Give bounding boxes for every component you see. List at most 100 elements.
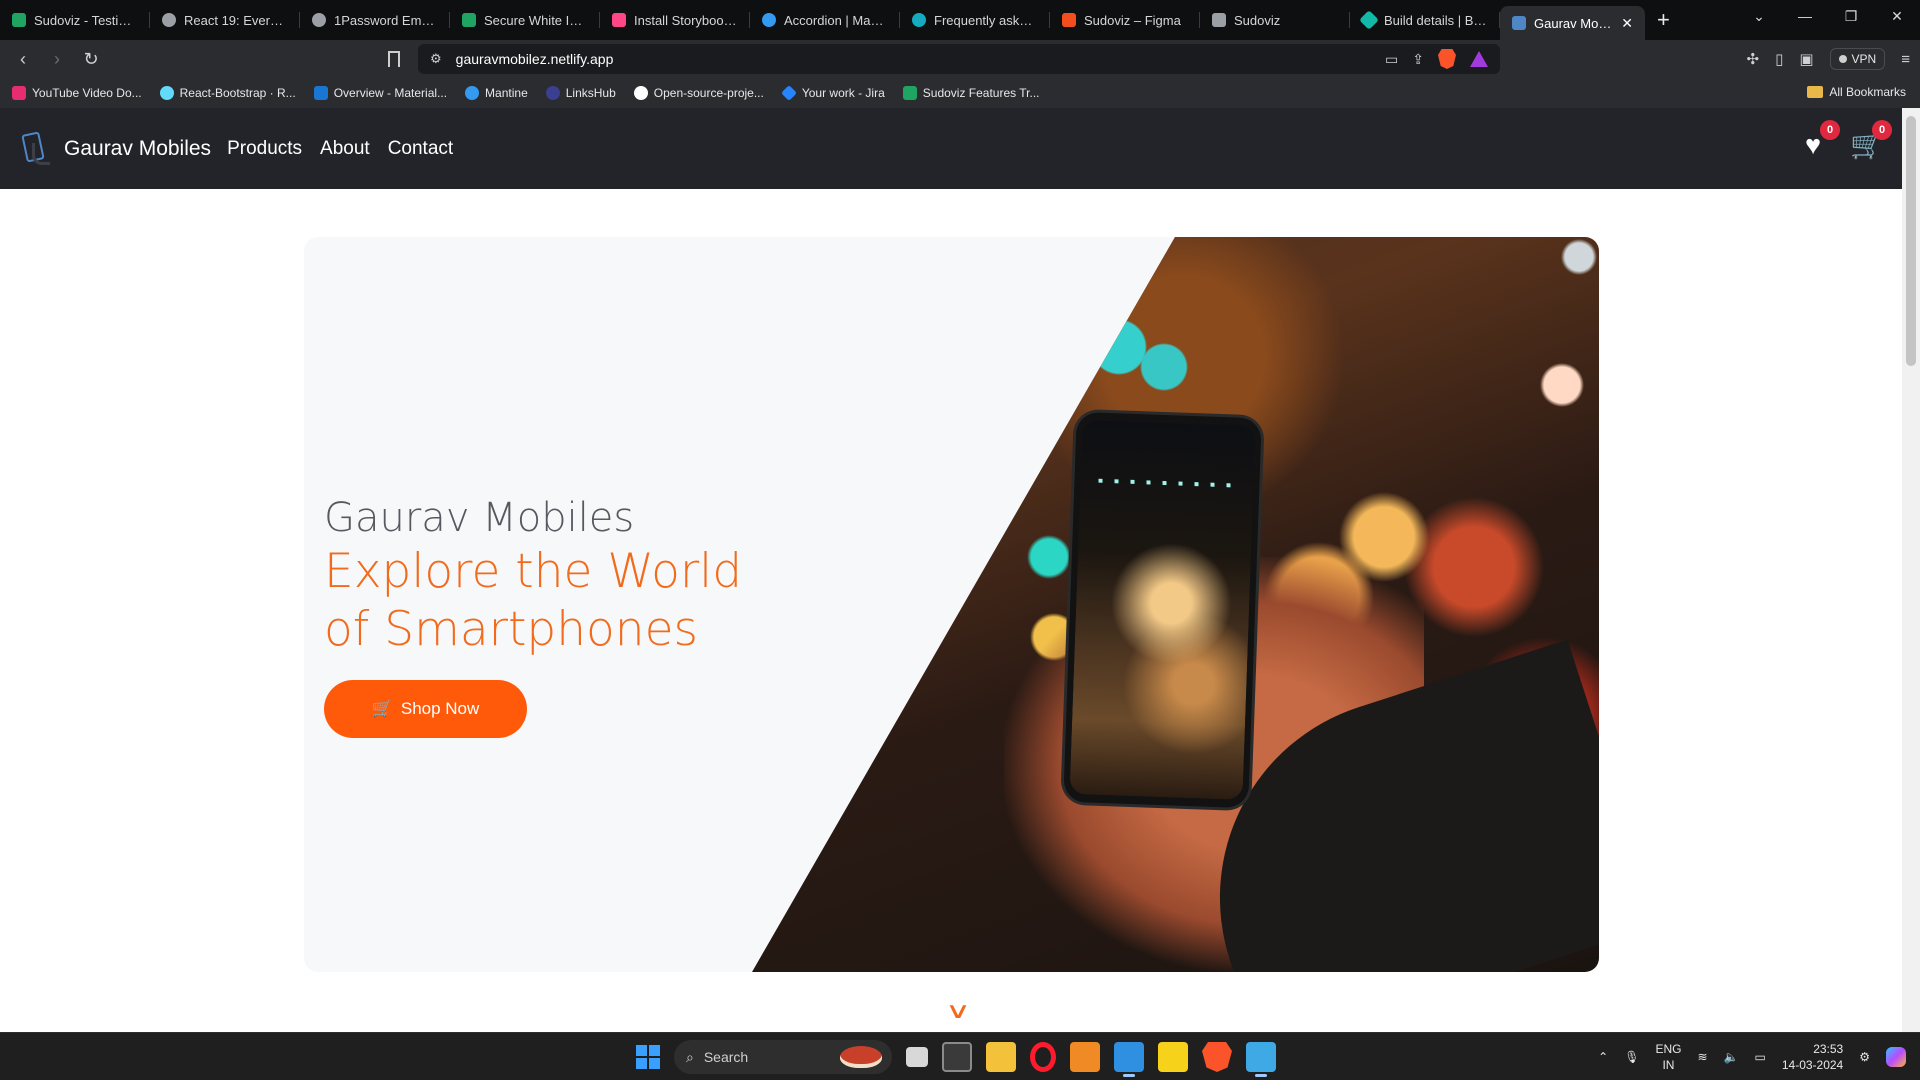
clock[interactable]: 23:53 14-03-2024 <box>1782 1041 1843 1073</box>
bookmark-react-bootstrap[interactable]: React-Bootstrap · R... <box>159 86 296 100</box>
bookmark-youtube-video-downloader[interactable]: YouTube Video Do... <box>12 86 142 100</box>
cast-icon[interactable]: ▭ <box>1385 51 1398 68</box>
sticky-notes-icon[interactable] <box>1158 1042 1188 1072</box>
vpn-button[interactable]: VPN <box>1829 48 1886 70</box>
tab-faq[interactable]: Frequently asked q <box>900 4 1050 36</box>
taskbar-search-label: Search <box>703 1049 749 1065</box>
battery-icon[interactable]: ▭ <box>1755 1050 1766 1064</box>
search-icon: ⌕ <box>686 1048 694 1065</box>
brave-shields-icon[interactable] <box>1438 49 1456 69</box>
share-icon[interactable]: ⇪ <box>1412 51 1424 68</box>
file-explorer-icon[interactable] <box>986 1042 1016 1072</box>
bookmark-mantine[interactable]: Mantine <box>465 86 528 100</box>
shop-now-button[interactable]: 🛒 Shop Now <box>324 680 527 738</box>
microphone-icon[interactable]: 🎙 <box>1624 1050 1639 1064</box>
nav-link-about[interactable]: About <box>320 138 370 160</box>
restore-icon[interactable]: ❐ <box>1828 8 1874 25</box>
hero-section: Gaurav Mobiles Explore the World of Smar… <box>304 237 1599 972</box>
bookmark-sudoviz-features[interactable]: Sudoviz Features Tr... <box>902 86 1039 100</box>
volume-icon[interactable]: 🔈 <box>1724 1050 1739 1064</box>
brand-name[interactable]: Gaurav Mobiles <box>64 137 211 161</box>
opera-icon[interactable] <box>1030 1042 1056 1072</box>
linkshub-icon <box>545 86 560 100</box>
window-controls: ⌄ — ❐ ✕ <box>1736 0 1920 32</box>
sheets-icon <box>12 13 26 27</box>
media-player-icon[interactable] <box>1070 1042 1100 1072</box>
sidebar-icon[interactable]: ▯ <box>1775 50 1783 68</box>
tab-figma[interactable]: Sudoviz – Figma <box>1050 4 1200 36</box>
hero-title: Explore the World of Smartphones <box>324 544 743 657</box>
scrollbar-thumb[interactable] <box>1906 116 1916 366</box>
back-icon[interactable]: ‹ <box>6 44 40 74</box>
tab-sudoviz-testing[interactable]: Sudoviz - Testing - C <box>0 4 150 36</box>
windows-taskbar: ⌕ Search ⌃ 🎙 ENG IN ≋ 🔈 ▭ 23:53 14-03-20… <box>0 1032 1920 1080</box>
notepad-icon[interactable] <box>1246 1042 1276 1077</box>
faq-icon <box>912 13 926 27</box>
all-bookmarks-button[interactable]: All Bookmarks <box>1807 85 1906 99</box>
vpn-status-icon <box>1838 55 1847 63</box>
minimize-icon[interactable]: — <box>1782 8 1828 24</box>
tab-react-19[interactable]: React 19: Everything <box>150 4 300 36</box>
tab-secure-white-icons[interactable]: Secure White Icons <box>450 4 600 36</box>
tab-sudoviz[interactable]: Sudoviz <box>1200 4 1350 36</box>
windows-start-icon[interactable] <box>636 1045 660 1069</box>
tab-storybook[interactable]: Install Storybook • S <box>600 4 750 36</box>
menu-icon[interactable]: ≡ <box>1901 51 1910 68</box>
cart-button[interactable]: 🛒 0 <box>1850 120 1892 160</box>
vscode-icon[interactable] <box>1114 1042 1144 1077</box>
copilot-icon[interactable] <box>1886 1047 1906 1067</box>
brave-browser-icon[interactable] <box>1202 1042 1232 1072</box>
hero-subtitle: Gaurav Mobiles <box>324 495 635 541</box>
vpn-label: VPN <box>1851 52 1877 66</box>
shop-now-label: Shop Now <box>400 699 480 718</box>
search-highlight-pizza-icon <box>840 1046 882 1068</box>
wifi-icon[interactable]: ≋ <box>1697 1050 1707 1064</box>
bookmark-open-source-projects[interactable]: Open-source-proje... <box>633 86 764 100</box>
tab-build-details[interactable]: Build details | Build <box>1350 4 1500 36</box>
material-ui-icon <box>313 86 328 100</box>
bookmarks-bar: YouTube Video Do... React-Bootstrap · R.… <box>0 78 1920 108</box>
site-navbar: Gaurav Mobiles Products About Contact ♥ … <box>0 108 1902 189</box>
page-scrollbar[interactable] <box>1902 108 1920 1032</box>
extensions-icon[interactable]: ✣ <box>1747 50 1760 68</box>
globe-icon <box>312 13 326 27</box>
tab-search-icon[interactable]: ⌄ <box>1736 8 1782 25</box>
language-indicator[interactable]: ENG IN <box>1655 1041 1681 1073</box>
wishlist-count-badge: 0 <box>1820 120 1840 140</box>
address-bar[interactable]: ⚙ gauravmobilez.netlify.app ▭ ⇪ <box>418 44 1500 74</box>
reload-icon[interactable]: ↻ <box>74 44 108 74</box>
scroll-down-chevron-icon[interactable]: ∨ <box>945 998 971 1024</box>
bookmark-jira[interactable]: Your work - Jira <box>780 85 885 101</box>
react-icon <box>162 13 176 27</box>
brand-logo-icon[interactable] <box>20 130 54 167</box>
notifications-icon[interactable]: ⚙ <box>1859 1050 1870 1064</box>
bookmark-material-ui[interactable]: Overview - Material... <box>313 86 447 100</box>
jira-icon <box>780 85 797 101</box>
bookmark-linkshub[interactable]: LinksHub <box>545 86 616 100</box>
predator-sense-icon[interactable] <box>942 1042 972 1072</box>
bookmark-icon[interactable] <box>388 51 400 67</box>
nav-actions: ♥ 0 🛒 0 <box>1798 120 1892 160</box>
taskbar-search[interactable]: ⌕ Search <box>674 1040 892 1074</box>
wishlist-button[interactable]: ♥ 0 <box>1798 120 1840 160</box>
sheets-icon <box>902 86 917 100</box>
nav-link-products[interactable]: Products <box>227 138 302 160</box>
show-hidden-icons-chevron-icon[interactable]: ⌃ <box>1598 1050 1608 1064</box>
nav-link-contact[interactable]: Contact <box>388 138 453 160</box>
site-info-icon[interactable]: ⚙ <box>430 51 442 67</box>
url-text[interactable]: gauravmobilez.netlify.app <box>456 51 614 67</box>
close-tab-icon[interactable]: ✕ <box>1621 15 1633 32</box>
new-tab-button[interactable]: + <box>1645 7 1682 33</box>
storybook-icon <box>612 13 626 27</box>
tab-mantine-accordion[interactable]: Accordion | Mantine <box>750 4 900 36</box>
forward-icon[interactable]: › <box>40 44 74 74</box>
tab-1password[interactable]: 1Password Emergen <box>300 4 450 36</box>
wallet-icon[interactable]: ▣ <box>1799 50 1813 68</box>
bookmark-favicon-icon <box>12 86 26 100</box>
tab-gaurav-mobiles[interactable]: Gaurav Mobiles✕ <box>1500 6 1645 40</box>
browser-toolbar: ‹ › ↻ ⚙ gauravmobilez.netlify.app ▭ ⇪ ✣ … <box>0 40 1920 78</box>
close-window-icon[interactable]: ✕ <box>1874 8 1920 25</box>
task-view-icon[interactable] <box>906 1047 928 1067</box>
sudoviz-icon <box>1212 13 1226 27</box>
brave-rewards-icon[interactable] <box>1470 51 1488 67</box>
